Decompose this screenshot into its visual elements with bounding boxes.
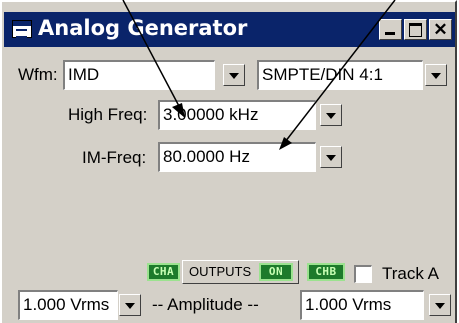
im-freq-label: IM-Freq: bbox=[82, 148, 147, 167]
dropdown-arrow-icon[interactable] bbox=[119, 294, 141, 316]
analog-generator-window: Analog Generator ✕ Wfm: IMD SMPTE/DIN 4:… bbox=[0, 0, 457, 323]
waveform-mode-value: SMPTE/DIN 4:1 bbox=[262, 65, 383, 84]
high-freq-value: 3.00000 kHz bbox=[163, 105, 259, 124]
track-a-checkbox[interactable] bbox=[354, 265, 372, 283]
dropdown-arrow-icon[interactable] bbox=[223, 64, 245, 86]
dropdown-arrow-icon[interactable] bbox=[425, 64, 447, 86]
chb-badge[interactable]: CHB bbox=[307, 263, 345, 281]
close-icon[interactable]: ✕ bbox=[429, 19, 452, 40]
high-freq-label: High Freq: bbox=[68, 105, 148, 124]
window-title: Analog Generator bbox=[38, 16, 248, 40]
amplitude-left-input[interactable]: 1.000 Vrms bbox=[18, 290, 118, 320]
amplitude-right-value: 1.000 Vrms bbox=[305, 295, 392, 314]
waveform-label: Wfm: bbox=[18, 65, 58, 84]
dropdown-arrow-icon[interactable] bbox=[320, 146, 342, 168]
outputs-on-badge: ON bbox=[259, 263, 293, 281]
waveform-type-select[interactable]: IMD bbox=[63, 60, 215, 90]
amplitude-label: -- Amplitude -- bbox=[152, 295, 259, 314]
waveform-mode-select[interactable]: SMPTE/DIN 4:1 bbox=[257, 60, 423, 90]
im-freq-input[interactable]: 80.0000 Hz bbox=[158, 142, 316, 172]
window-icon[interactable] bbox=[12, 20, 32, 38]
amplitude-left-value: 1.000 Vrms bbox=[23, 295, 110, 314]
dropdown-arrow-icon[interactable] bbox=[320, 104, 342, 126]
maximize-icon[interactable] bbox=[404, 19, 427, 40]
title-bar[interactable]: Analog Generator ✕ bbox=[4, 12, 455, 47]
cha-badge[interactable]: CHA bbox=[147, 263, 180, 281]
minimize-icon[interactable] bbox=[379, 19, 402, 40]
im-freq-value: 80.0000 Hz bbox=[163, 147, 250, 166]
dropdown-arrow-icon[interactable] bbox=[429, 294, 451, 316]
waveform-type-value: IMD bbox=[68, 65, 100, 84]
track-a-label: Track A bbox=[382, 264, 439, 283]
amplitude-right-input[interactable]: 1.000 Vrms bbox=[300, 290, 424, 320]
outputs-label: OUTPUTS bbox=[189, 264, 252, 279]
high-freq-input[interactable]: 3.00000 kHz bbox=[158, 100, 316, 130]
outputs-button[interactable]: OUTPUTS ON bbox=[182, 260, 299, 284]
